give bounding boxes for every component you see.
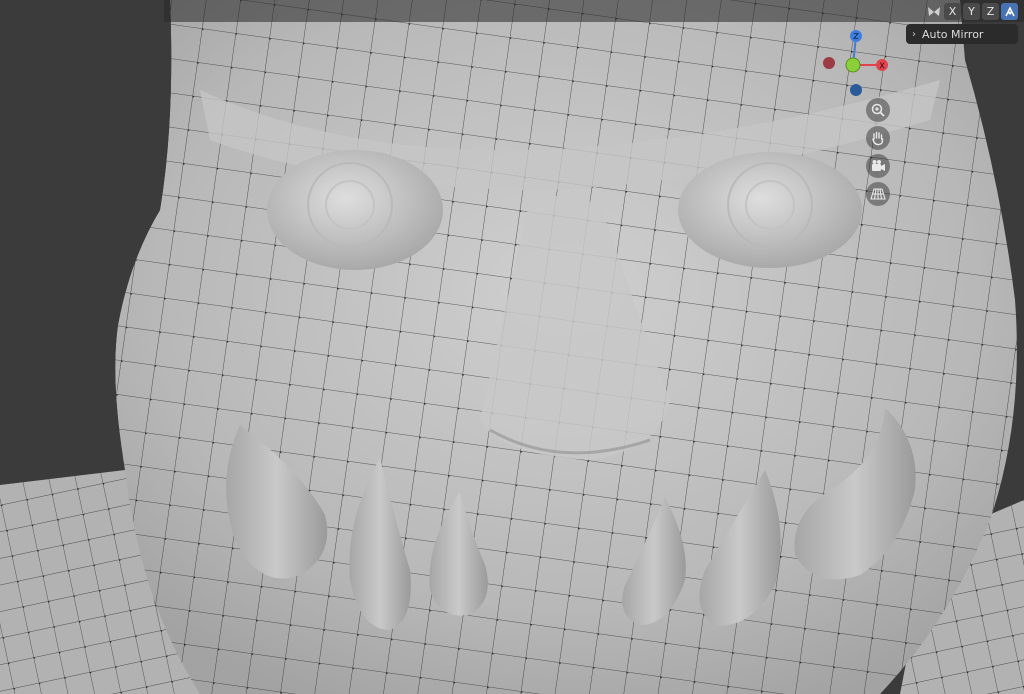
left-eye xyxy=(267,150,443,270)
gizmo-z-label: Z xyxy=(853,32,859,41)
camera-view-icon[interactable] xyxy=(866,154,890,178)
gizmo-x-label: X xyxy=(879,62,885,71)
viewport-header: X Y Z xyxy=(164,0,1024,22)
gizmo-neg-x[interactable] xyxy=(823,57,835,69)
navigation-gizmo[interactable]: X Z xyxy=(818,28,894,98)
navigation-buttons xyxy=(866,98,894,206)
adjust-last-operation-panel[interactable]: › Auto Mirror xyxy=(906,24,1018,44)
mirror-z-toggle[interactable]: Z xyxy=(982,3,999,20)
chevron-right-icon: › xyxy=(912,28,916,40)
gizmo-neg-z[interactable] xyxy=(850,84,862,96)
butterfly-mirror-icon[interactable] xyxy=(925,3,942,20)
right-eye xyxy=(678,152,862,268)
perspective-grid-icon[interactable] xyxy=(866,182,890,206)
mirror-x-toggle[interactable]: X xyxy=(944,3,961,20)
gizmo-y[interactable] xyxy=(845,57,861,73)
topology-mirror-icon[interactable] xyxy=(1001,3,1018,20)
mirror-y-toggle[interactable]: Y xyxy=(963,3,980,20)
mirror-toggles: X Y Z xyxy=(925,3,1018,20)
zoom-icon[interactable] xyxy=(866,98,890,122)
hand-pan-icon[interactable] xyxy=(866,126,890,150)
redo-panel-label: Auto Mirror xyxy=(922,27,984,41)
3d-viewport[interactable]: X Y Z › Auto Mirror X Z xyxy=(0,0,1024,694)
